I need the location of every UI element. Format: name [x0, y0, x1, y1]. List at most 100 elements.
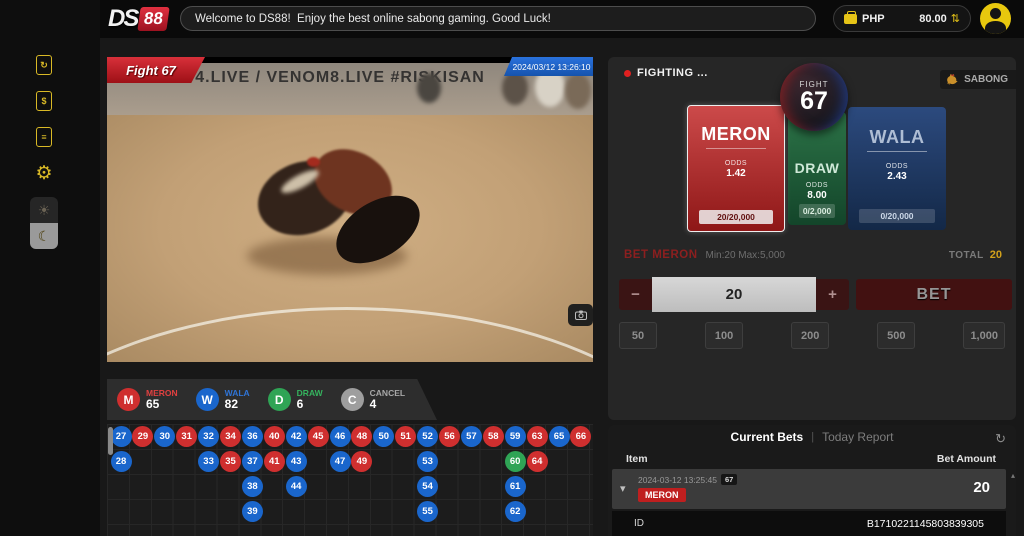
bet-id-row: ID B1710221145803839305	[612, 511, 1006, 536]
app-root: ↻ $ ≡ ⚙ ☀ ☾ DS 88 Welcome to DS88! Enjoy…	[0, 0, 1024, 536]
grid-scrollbar[interactable]	[108, 427, 113, 455]
draw-circle-icon: D	[268, 388, 291, 411]
bet-side-badge: MERON	[638, 488, 686, 502]
document-refresh-icon: ↻	[36, 55, 52, 75]
increase-bet-button[interactable]: +	[816, 279, 849, 310]
balance-value: 80.00	[919, 13, 947, 25]
bets-refresh-icon[interactable]: ↻	[995, 431, 1006, 447]
quick-1000-button[interactable]: 1,000	[963, 322, 1005, 349]
bet-fight-badge: 67	[721, 474, 737, 485]
provider-label: SABONG	[964, 74, 1008, 85]
document-money-icon: $	[36, 91, 52, 111]
status-text: FIGHTING ...	[637, 67, 708, 79]
rooster-comb	[307, 157, 320, 167]
quick-500-button[interactable]: 500	[877, 322, 915, 349]
wala-bet-card[interactable]: WALA ODDS 2.43 0/20,000	[848, 107, 946, 230]
theme-toggle: ☀ ☾	[30, 197, 58, 249]
result-bead-34: 34	[220, 426, 241, 447]
result-bead-28: 28	[111, 451, 132, 472]
rooster-icon	[945, 72, 960, 87]
live-stream-video[interactable]: UCOP4.LIVE / VENOM8.LIVE #RISKISAN	[107, 57, 593, 362]
user-avatar[interactable]	[980, 3, 1011, 34]
result-bead-65: 65	[549, 426, 570, 447]
logo-ds-text: DS	[108, 5, 137, 33]
odds-value: 2.43	[848, 171, 946, 182]
result-bead-37: 37	[242, 451, 263, 472]
bet-limits: Min:20 Max:5,000	[706, 250, 786, 261]
odds-label: ODDS	[848, 163, 946, 170]
result-bead-48: 48	[351, 426, 372, 447]
light-mode-button[interactable]: ☀	[30, 197, 58, 223]
bet-side-label: BET MERON	[624, 249, 698, 261]
card-title: DRAW	[788, 160, 846, 176]
wala-circle-icon: W	[196, 388, 219, 411]
results-history-grid: 2728293031323334353637383940414243444546…	[107, 424, 593, 536]
fight-number-sphere: FIGHT 67	[780, 63, 848, 131]
fight-number: 67	[800, 89, 828, 114]
cancel-circle-icon: C	[341, 388, 364, 411]
bet-amount-input[interactable]	[652, 277, 816, 312]
odds-value: 8.00	[788, 190, 846, 201]
quick-amounts: 50 100 200 500 1,000	[619, 322, 1005, 349]
column-bet-amount: Bet Amount	[937, 453, 996, 465]
dark-mode-button[interactable]: ☾	[30, 223, 58, 249]
tab-separator: |	[811, 431, 814, 443]
result-bead-39: 39	[242, 501, 263, 522]
provider-badge: SABONG	[940, 70, 1016, 89]
result-bead-55: 55	[417, 501, 438, 522]
result-bead-63: 63	[527, 426, 548, 447]
result-bead-36: 36	[242, 426, 263, 447]
chevron-down-icon: ▾	[620, 482, 626, 495]
moon-icon: ☾	[38, 228, 51, 245]
result-bead-53: 53	[417, 451, 438, 472]
gear-icon: ⚙	[35, 162, 52, 185]
result-bead-62: 62	[505, 501, 526, 522]
result-bead-61: 61	[505, 476, 526, 497]
card-bet-totals: 20/20,000	[699, 210, 773, 224]
result-bead-40: 40	[264, 426, 285, 447]
result-bead-47: 47	[330, 451, 351, 472]
bet-row[interactable]: ▾ 2024-03-12 13:25:45 67 MERON 20	[612, 469, 1006, 509]
transaction-report-icon[interactable]: $	[31, 88, 57, 114]
stat-meron: M MERON65	[117, 388, 178, 411]
game-rules-icon[interactable]: ≡	[31, 124, 57, 150]
result-bead-50: 50	[373, 426, 394, 447]
quick-100-button[interactable]: 100	[705, 322, 743, 349]
bets-table-header: Item Bet Amount	[626, 453, 996, 465]
decrease-bet-button[interactable]: −	[619, 279, 652, 310]
bets-scroll-up-icon[interactable]: ▴	[1011, 471, 1015, 480]
stat-count: 65	[146, 398, 178, 411]
bet-id-label: ID	[634, 518, 644, 529]
wallet-pill[interactable]: PHP 80.00 ⇅	[833, 5, 971, 32]
odds-value: 1.42	[688, 168, 784, 179]
spectator	[417, 73, 441, 103]
quick-50-button[interactable]: 50	[619, 322, 657, 349]
result-bead-60: 60	[505, 451, 526, 472]
odds-label: ODDS	[788, 182, 846, 189]
tab-current-bets[interactable]: Current Bets	[731, 430, 804, 444]
quick-200-button[interactable]: 200	[791, 322, 829, 349]
card-title: WALA	[848, 127, 946, 148]
tab-today-report[interactable]: Today Report	[822, 430, 893, 444]
result-bead-41: 41	[264, 451, 285, 472]
balance-refresh-icon[interactable]: ⇅	[951, 12, 960, 25]
bet-datetime: 2024-03-12 13:25:45 67	[638, 474, 737, 485]
bets-tab-bar: Current Bets | Today Report	[608, 430, 1016, 444]
fight-status: FIGHTING ...	[624, 67, 708, 79]
settings-icon[interactable]: ⚙	[31, 160, 57, 186]
results-summary-bar: M MERON65 W WALA82 D DRAW6 C CANCEL4	[107, 379, 437, 420]
result-bead-51: 51	[395, 426, 416, 447]
place-bet-button[interactable]: BET	[856, 279, 1012, 310]
snapshot-button[interactable]	[568, 304, 593, 326]
result-bead-44: 44	[286, 476, 307, 497]
result-bead-54: 54	[417, 476, 438, 497]
result-bead-52: 52	[417, 426, 438, 447]
live-dot-icon	[624, 70, 631, 77]
bet-history-icon[interactable]: ↻	[31, 52, 57, 78]
sun-icon: ☀	[38, 202, 51, 219]
meron-bet-card[interactable]: MERON ODDS 1.42 20/20,000	[687, 105, 785, 232]
card-divider	[867, 151, 928, 152]
result-bead-49: 49	[351, 451, 372, 472]
result-bead-46: 46	[330, 426, 351, 447]
spectator	[502, 71, 528, 105]
